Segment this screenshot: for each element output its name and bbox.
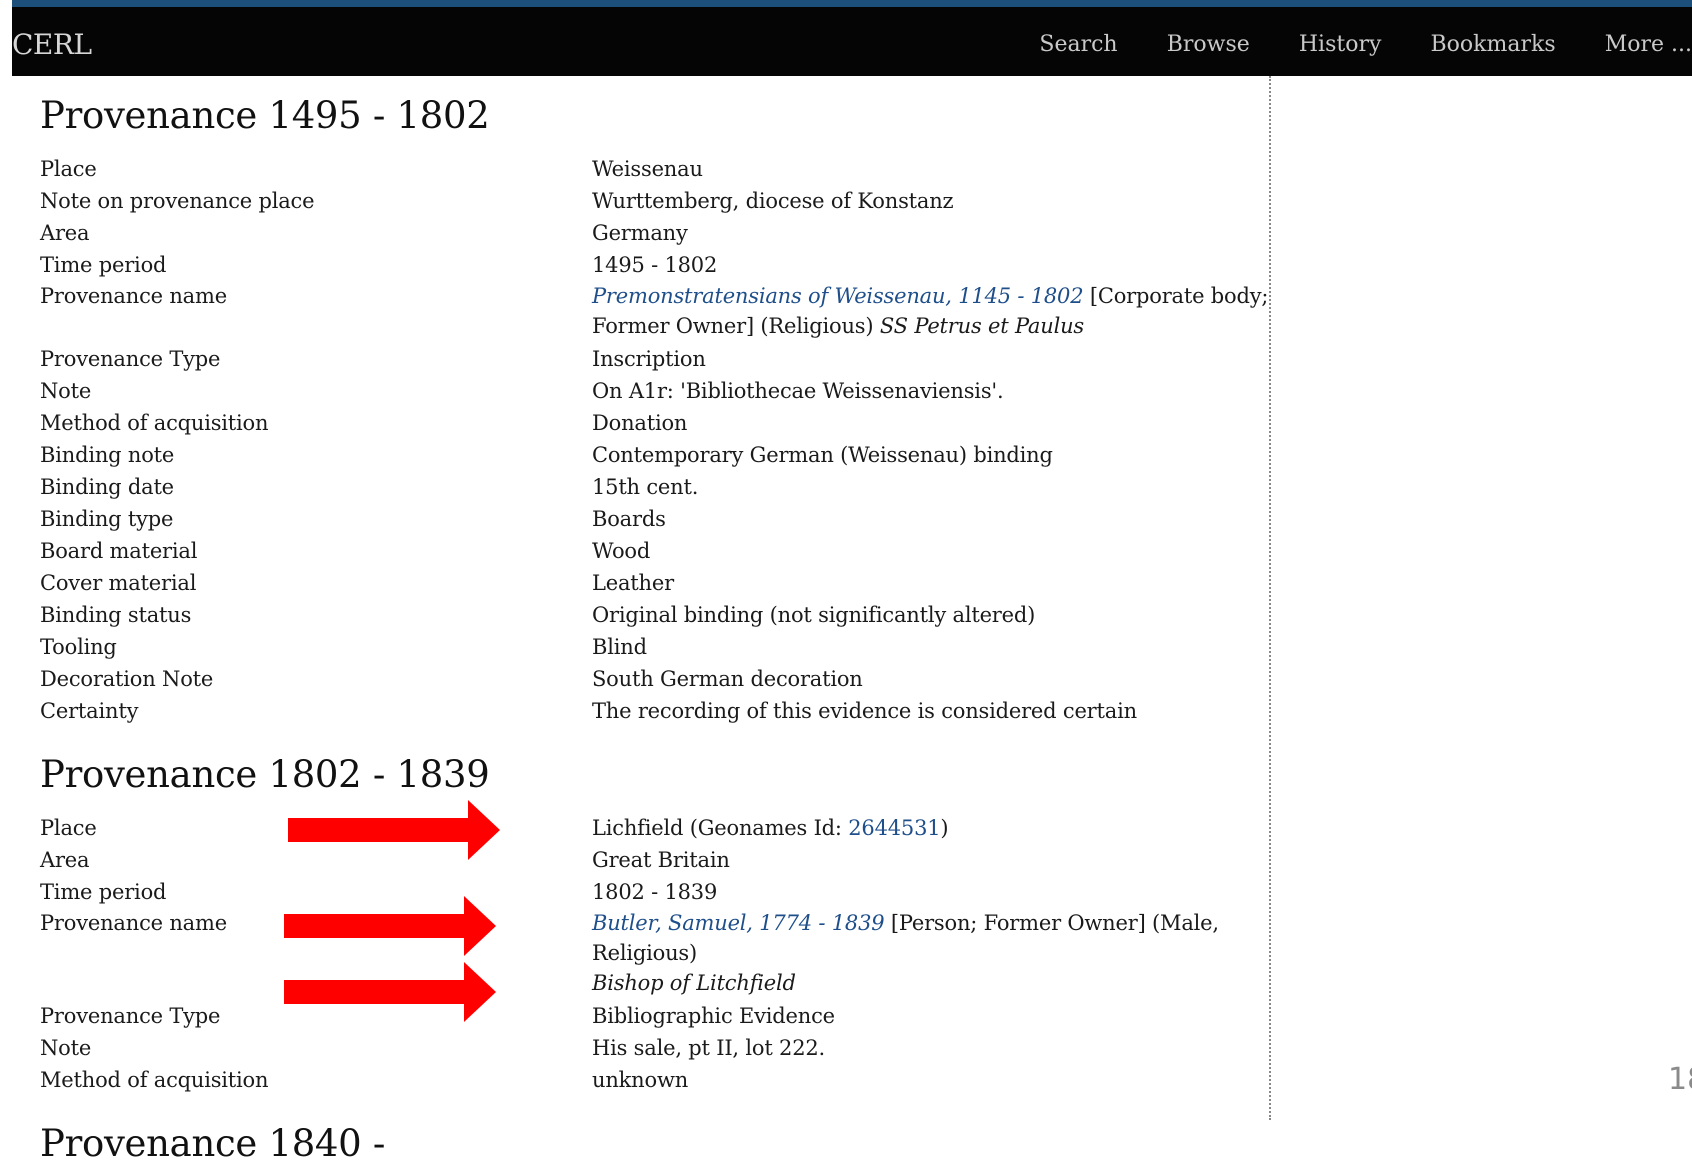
field-value: 1495 - 1802 <box>592 253 718 277</box>
provenance-section-1840: Provenance 1840 - <box>40 1122 1270 1165</box>
nav-more-menu[interactable]: More ... <box>1605 7 1692 76</box>
field-row-binding-type: Binding type Boards <box>40 503 1270 535</box>
site-logo[interactable]: CERL <box>12 7 92 76</box>
field-value: Boards <box>592 507 666 531</box>
field-row-note: Note On A1r: 'Bibliothecae Weissenaviens… <box>40 375 1270 407</box>
field-value: Premonstratensians of Weissenau, 1145 - … <box>592 281 1270 341</box>
field-value: Contemporary German (Weissenau) binding <box>592 443 1053 467</box>
field-value: South German decoration <box>592 667 863 691</box>
nav-bookmarks-link[interactable]: Bookmarks <box>1431 7 1556 76</box>
field-row-place: Place Weissenau <box>40 153 1270 185</box>
field-label: Binding type <box>40 507 174 531</box>
field-label: Decoration Note <box>40 667 214 691</box>
field-value: His sale, pt II, lot 222. <box>592 1036 826 1060</box>
field-row-tooling: Tooling Blind <box>40 631 1270 663</box>
provenance-name-dedication: SS Petrus et Paulus <box>879 314 1084 338</box>
field-value: Donation <box>592 411 688 435</box>
field-value: Weissenau <box>592 157 703 181</box>
field-label: Cover material <box>40 571 197 595</box>
field-value: 15th cent. <box>592 475 699 499</box>
field-value: Lichfield (Geonames Id: 2644531) <box>592 812 1270 844</box>
field-row-time-period: Time period 1802 - 1839 <box>40 876 1270 908</box>
field-value: Butler, Samuel, 1774 - 1839 [Person; For… <box>592 908 1270 998</box>
provenance-heading: Provenance 1495 - 1802 <box>40 94 490 137</box>
geonames-id-link[interactable]: 2644531 <box>848 816 940 840</box>
field-row-time-period: Time period 1495 - 1802 <box>40 249 1270 281</box>
field-row-note-place: Note on provenance place Wurttemberg, di… <box>40 185 1270 217</box>
field-label: Provenance Type <box>40 347 221 371</box>
field-row-cover-material: Cover material Leather <box>40 567 1270 599</box>
field-row-place: Place Lichfield (Geonames Id: 2644531) <box>40 812 1270 844</box>
field-label: Note <box>40 379 92 403</box>
left-margin <box>0 0 12 1120</box>
provenance-heading: Provenance 1840 - <box>40 1122 386 1165</box>
field-row-method: Method of acquisition unknown <box>40 1064 1270 1096</box>
field-label: Method of acquisition <box>40 411 269 435</box>
field-row-binding-date: Binding date 15th cent. <box>40 471 1270 503</box>
field-row-provenance-type: Provenance Type Bibliographic Evidence <box>40 1000 1270 1032</box>
place-name: Lichfield (Geonames Id: <box>592 816 849 840</box>
field-label: Place <box>40 157 97 181</box>
slide-number: 18 <box>1668 1062 1692 1097</box>
field-label: Note on provenance place <box>40 189 315 213</box>
field-value: The recording of this evidence is consid… <box>592 699 1137 723</box>
field-value: On A1r: 'Bibliothecae Weissenaviensis'. <box>592 379 1004 403</box>
field-label: Time period <box>40 253 167 277</box>
field-label: Note <box>40 1036 92 1060</box>
provenance-name-link[interactable]: Premonstratensians of Weissenau, 1145 - … <box>592 284 1084 308</box>
nav-browse-link[interactable]: Browse <box>1167 7 1250 76</box>
field-row-note: Note His sale, pt II, lot 222. <box>40 1032 1270 1064</box>
field-row-method: Method of acquisition Donation <box>40 407 1270 439</box>
provenance-content: Provenance 1495 - 1802 Place Weissenau N… <box>40 80 1270 1165</box>
field-value: Leather <box>592 571 674 595</box>
field-row-binding-status: Binding status Original binding (not sig… <box>40 599 1270 631</box>
field-value: Inscription <box>592 347 706 371</box>
field-row-decoration-note: Decoration Note South German decoration <box>40 663 1270 695</box>
field-row-provenance-name: Provenance name Butler, Samuel, 1774 - 1… <box>40 908 1270 998</box>
field-value: Blind <box>592 635 647 659</box>
field-value: Bibliographic Evidence <box>592 1004 835 1028</box>
field-label: Provenance name <box>40 284 227 308</box>
field-label: Method of acquisition <box>40 1068 269 1092</box>
field-row-binding-note: Binding note Contemporary German (Weisse… <box>40 439 1270 471</box>
nav-search-link[interactable]: Search <box>1039 7 1117 76</box>
navbar: CERL Search Browse History Bookmarks Mor… <box>12 7 1692 76</box>
provenance-heading: Provenance 1802 - 1839 <box>40 753 490 796</box>
field-value: Wurttemberg, diocese of Konstanz <box>592 189 954 213</box>
provenance-name-link[interactable]: Butler, Samuel, 1774 - 1839 <box>592 911 885 935</box>
field-row-provenance-name: Provenance name Premonstratensians of We… <box>40 281 1270 341</box>
field-row-area: Area Great Britain <box>40 844 1270 876</box>
field-label: Binding date <box>40 475 174 499</box>
field-value: Great Britain <box>592 848 730 872</box>
field-label: Binding note <box>40 443 175 467</box>
field-label: Tooling <box>40 635 117 659</box>
field-label: Binding status <box>40 603 192 627</box>
field-row-board-material: Board material Wood <box>40 535 1270 567</box>
field-row-certainty: Certainty The recording of this evidence… <box>40 695 1270 727</box>
provenance-section-1495-1802: Provenance 1495 - 1802 Place Weissenau N… <box>40 94 1270 727</box>
field-value: Germany <box>592 221 688 245</box>
right-arrow-icon <box>284 962 496 1022</box>
field-row-provenance-type: Provenance Type Inscription <box>40 343 1270 375</box>
field-row-area: Area Germany <box>40 217 1270 249</box>
provenance-name-detail-line2: Former Owner] (Religious) <box>592 314 880 338</box>
field-label: Area <box>40 221 90 245</box>
provenance-name-title: Bishop of Litchfield <box>592 971 796 995</box>
field-value: Wood <box>592 539 651 563</box>
right-arrow-icon <box>284 896 496 956</box>
field-value: unknown <box>592 1068 689 1092</box>
nav-menu: Search Browse History Bookmarks More ... <box>995 7 1692 76</box>
provenance-section-1802-1839: Provenance 1802 - 1839 Place Lichfield (… <box>40 753 1270 1096</box>
top-accent-bar <box>0 0 1692 7</box>
provenance-name-detail: [Corporate body; <box>1083 284 1269 308</box>
field-label: Certainty <box>40 699 139 723</box>
place-close-paren: ) <box>940 816 949 840</box>
field-label: Board material <box>40 539 198 563</box>
nav-history-link[interactable]: History <box>1299 7 1382 76</box>
field-value: Original binding (not significantly alte… <box>592 603 1036 627</box>
field-value: 1802 - 1839 <box>592 880 718 904</box>
right-arrow-icon <box>288 800 500 860</box>
